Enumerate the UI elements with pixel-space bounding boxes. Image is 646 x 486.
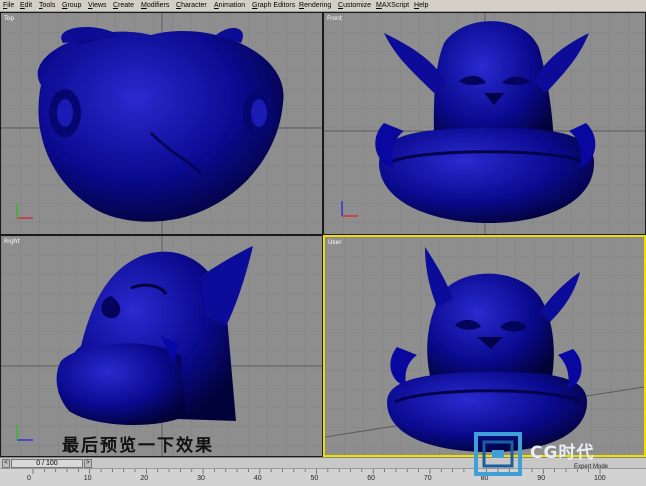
ruler-label: 30	[197, 475, 205, 482]
ruler-label: 60	[367, 475, 375, 482]
menu-modifiers[interactable]: Modifiers	[141, 0, 169, 11]
menu-views[interactable]: Views	[88, 0, 107, 11]
menu-character[interactable]: Character	[176, 0, 207, 11]
menu-create[interactable]: Create	[113, 0, 134, 11]
watermark-logo: CG时代 Expert Mode	[470, 430, 646, 478]
viewport-label-right[interactable]: Right	[4, 238, 20, 245]
menu-tools[interactable]: Tools	[39, 0, 55, 11]
ruler-label: 50	[310, 475, 319, 482]
caption-text: 最后预览一下效果	[62, 436, 214, 456]
menu-bar: File Edit Tools Group Views Create Modif…	[0, 0, 646, 12]
ruler-label: 0	[27, 475, 31, 482]
menu-graph-editors[interactable]: Graph Editors	[252, 0, 295, 11]
viewport-right[interactable]: Right	[0, 235, 323, 457]
menu-file[interactable]: File	[3, 0, 14, 11]
ruler-label: 10	[83, 475, 92, 482]
time-next-button[interactable]: >	[84, 459, 92, 468]
ruler-label: 40	[253, 475, 262, 482]
menu-rendering[interactable]: Rendering	[299, 0, 331, 11]
viewport-user[interactable]: User	[323, 235, 646, 457]
cg-logo-icon	[474, 432, 522, 476]
menu-maxscript[interactable]: MAXScript	[376, 0, 409, 11]
viewport-front[interactable]: Front	[323, 12, 646, 235]
viewport-top-canvas	[1, 13, 322, 234]
ruler-label: 70	[423, 475, 432, 482]
viewport-front-canvas	[324, 13, 645, 234]
watermark-logo-text: CG时代	[530, 443, 595, 463]
time-prev-button[interactable]: <	[2, 459, 10, 468]
viewport-area: Top Front Right User	[0, 12, 646, 457]
time-slider[interactable]: 0 / 100	[11, 459, 83, 468]
viewport-right-canvas	[1, 236, 322, 456]
ruler-label: 20	[140, 475, 149, 482]
viewport-label-front[interactable]: Front	[327, 15, 342, 22]
menu-help[interactable]: Help	[414, 0, 428, 11]
menu-group[interactable]: Group	[62, 0, 81, 11]
viewport-label-user[interactable]: User	[328, 239, 342, 246]
menu-edit[interactable]: Edit	[20, 0, 32, 11]
viewport-label-top[interactable]: Top	[4, 15, 14, 22]
viewport-user-canvas	[325, 237, 644, 455]
menu-animation[interactable]: Animation	[214, 0, 245, 11]
menu-customize[interactable]: Customize	[338, 0, 371, 11]
watermark-sub-text: Expert Mode	[574, 464, 609, 470]
viewport-top[interactable]: Top	[0, 12, 323, 235]
